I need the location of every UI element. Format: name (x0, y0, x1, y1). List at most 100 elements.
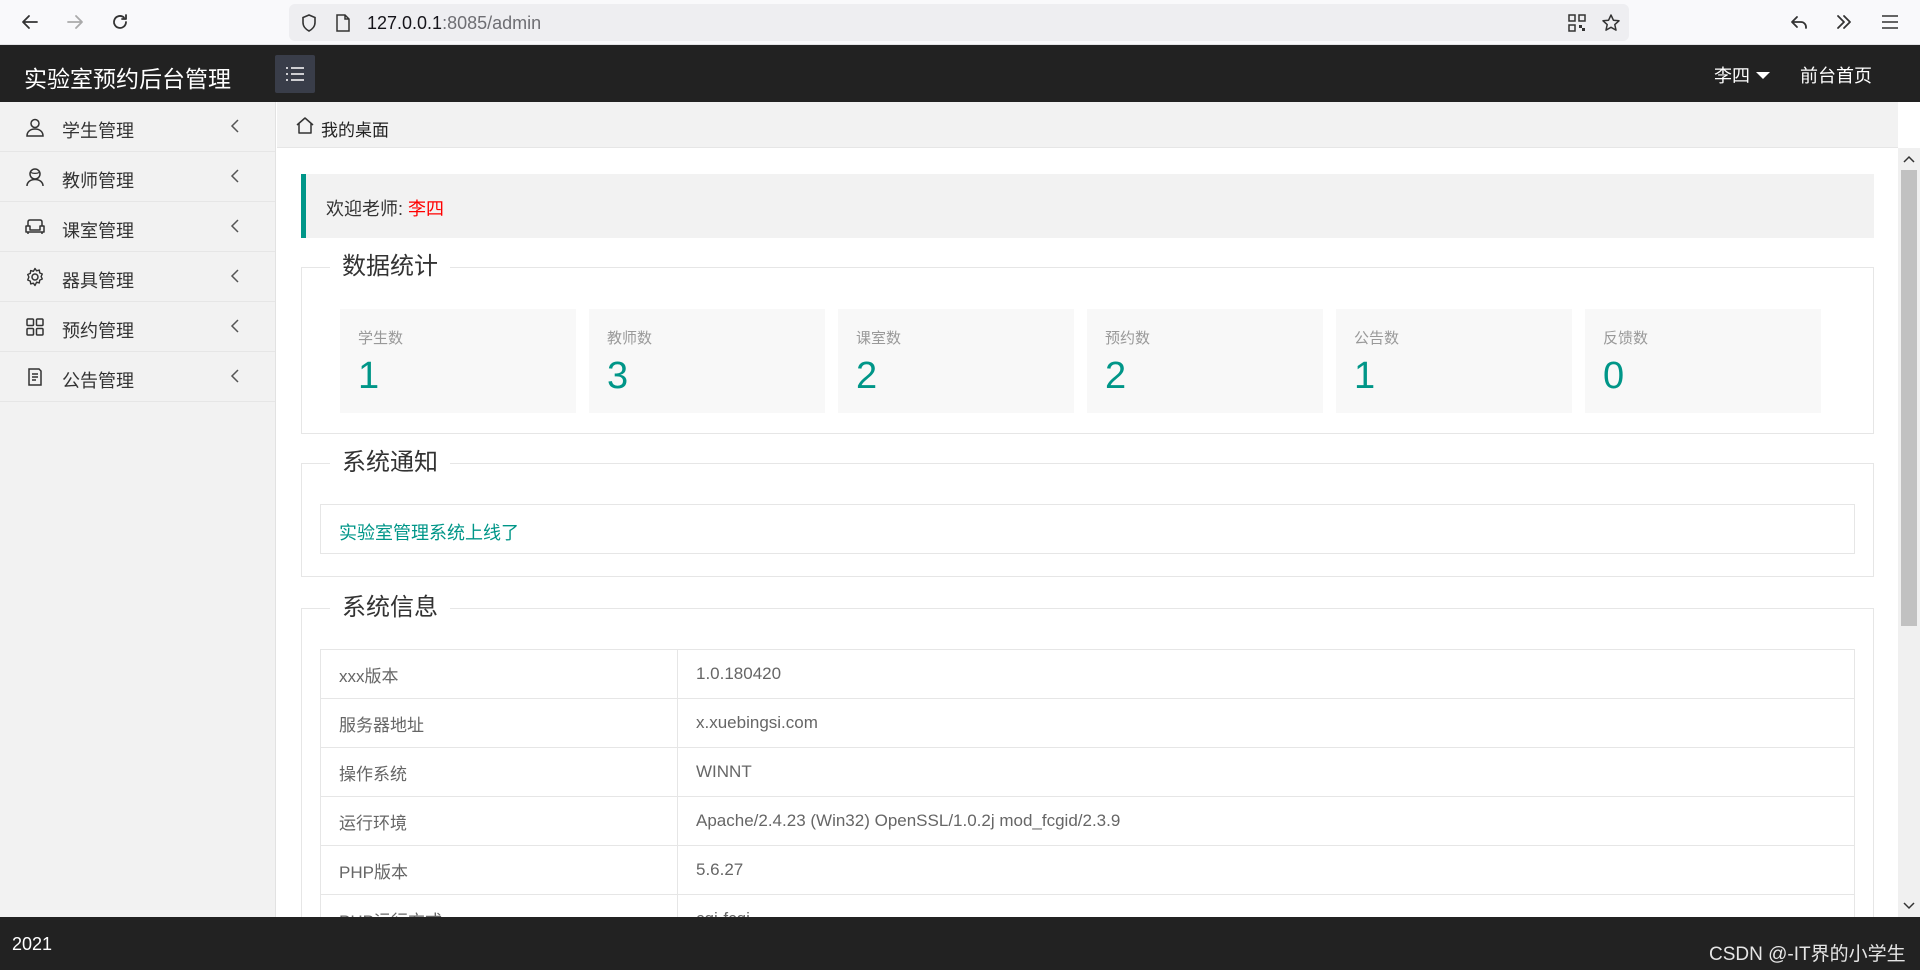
info-key: PHP版本 (320, 845, 678, 895)
sidebar-item-reservations[interactable]: 预约管理 (0, 302, 275, 352)
grid-icon (24, 316, 46, 338)
notice-legend: 系统通知 (330, 449, 450, 477)
list-icon (286, 67, 304, 81)
stat-label: 课室数 (856, 330, 902, 347)
sofa-icon (24, 216, 46, 238)
chevron-left-icon (228, 318, 242, 334)
stat-label: 教师数 (607, 330, 653, 347)
stat-value: 1 (1354, 355, 1376, 397)
info-value: 5.6.27 (677, 845, 1855, 895)
breadcrumb: 我的桌面 (277, 102, 1898, 148)
chevron-left-icon (228, 118, 242, 134)
url-text: 127.0.0.1:8085/admin (367, 13, 542, 33)
user-name: 李四 (1714, 66, 1750, 86)
sidebar-item-label: 器具管理 (62, 271, 134, 291)
info-key: 服务器地址 (320, 698, 678, 748)
footer: 2021 CSDN @-IT界的小学生 (0, 917, 1920, 970)
bookmark-star-icon[interactable] (1601, 13, 1621, 33)
info-key: PHP运行方式 (320, 894, 678, 917)
stat-value: 1 (358, 355, 380, 397)
user-menu[interactable]: 李四 (1714, 62, 1770, 88)
app-header: 实验室预约后台管理 李四 前台首页 (0, 45, 1920, 102)
user-icon (24, 116, 46, 138)
gear-icon (24, 266, 46, 288)
info-value: x.xuebingsi.com (677, 698, 1855, 748)
stat-value: 2 (856, 355, 878, 397)
chevron-left-icon (228, 168, 242, 184)
sysinfo-fieldset: 系统信息 xxx版本 1.0.180420 服务器地址 x.xuebingsi.… (301, 594, 1874, 917)
forward-arrow-icon[interactable] (61, 8, 89, 36)
overflow-chevrons-icon[interactable] (1830, 8, 1858, 36)
info-value: Apache/2.4.23 (Win32) OpenSSL/1.0.2j mod… (677, 796, 1855, 846)
sidebar-item-label: 预约管理 (62, 321, 134, 341)
stat-label: 预约数 (1105, 330, 1151, 347)
home-icon (295, 115, 315, 135)
table-row: 操作系统 WINNT (320, 747, 1855, 797)
stat-label: 反馈数 (1603, 330, 1649, 347)
footer-year: 2021 (12, 934, 53, 954)
sidebar: 学生管理 教师管理 课室管理 器具管理 预约管理 公告管理 (0, 102, 276, 917)
page-icon[interactable] (333, 13, 353, 33)
stat-label: 学生数 (358, 330, 404, 347)
stat-value: 2 (1105, 355, 1127, 397)
watermark: CSDN @-IT界的小学生 (1709, 944, 1906, 965)
qr-code-icon[interactable] (1567, 13, 1587, 33)
scroll-down-arrow-icon[interactable] (1903, 900, 1915, 912)
sidebar-item-classrooms[interactable]: 课室管理 (0, 202, 275, 252)
sidebar-item-label: 公告管理 (62, 371, 134, 391)
teacher-icon (24, 166, 46, 188)
sysinfo-legend: 系统信息 (330, 594, 450, 622)
table-row: PHP运行方式 cgi-fcgi (320, 894, 1855, 917)
info-value: cgi-fcgi (677, 894, 1855, 917)
stat-card-students[interactable]: 学生数 1 (340, 309, 576, 413)
stat-card-feedback[interactable]: 反馈数 0 (1585, 309, 1821, 413)
info-key: 运行环境 (320, 796, 678, 846)
chevron-left-icon (228, 268, 242, 284)
main-scrollbar[interactable] (1898, 148, 1920, 917)
sysinfo-table: xxx版本 1.0.180420 服务器地址 x.xuebingsi.com 操… (320, 649, 1855, 917)
sidebar-item-label: 教师管理 (62, 171, 134, 191)
note-icon (24, 366, 46, 388)
stat-card-classrooms[interactable]: 课室数 2 (838, 309, 1074, 413)
undo-icon[interactable] (1785, 8, 1813, 36)
sidebar-item-label: 学生管理 (62, 121, 134, 141)
info-value: WINNT (677, 747, 1855, 797)
notice-link[interactable]: 实验室管理系统上线了 (339, 519, 519, 545)
table-row: 服务器地址 x.xuebingsi.com (320, 698, 1855, 748)
address-bar[interactable]: 127.0.0.1:8085/admin (289, 4, 1629, 41)
sidebar-toggle-button[interactable] (275, 55, 315, 93)
stat-card-teachers[interactable]: 教师数 3 (589, 309, 825, 413)
info-key: 操作系统 (320, 747, 678, 797)
browser-toolbar: 127.0.0.1:8085/admin (0, 0, 1920, 45)
back-arrow-icon[interactable] (16, 8, 44, 36)
table-row: PHP版本 5.6.27 (320, 845, 1855, 895)
sidebar-item-equipment[interactable]: 器具管理 (0, 252, 275, 302)
caret-down-icon (1756, 71, 1770, 79)
info-value: 1.0.180420 (677, 649, 1855, 699)
hamburger-menu-icon[interactable] (1876, 8, 1904, 36)
info-key: xxx版本 (320, 649, 678, 699)
reload-icon[interactable] (106, 8, 134, 36)
stat-card-announcements[interactable]: 公告数 1 (1336, 309, 1572, 413)
shield-icon[interactable] (299, 13, 319, 33)
stat-label: 公告数 (1354, 330, 1400, 347)
stats-legend: 数据统计 (330, 253, 450, 281)
sidebar-item-students[interactable]: 学生管理 (0, 102, 275, 152)
notice-fieldset: 系统通知 实验室管理系统上线了 (301, 449, 1874, 577)
sidebar-item-announcements[interactable]: 公告管理 (0, 352, 275, 402)
app-title: 实验室预约后台管理 (24, 66, 231, 92)
tab-my-desktop[interactable]: 我的桌面 (321, 116, 389, 141)
table-row: 运行环境 Apache/2.4.23 (Win32) OpenSSL/1.0.2… (320, 796, 1855, 846)
table-row: xxx版本 1.0.180420 (320, 649, 1855, 699)
welcome-banner: 欢迎老师: 李四 (301, 174, 1874, 238)
scroll-up-arrow-icon[interactable] (1903, 153, 1915, 165)
welcome-user-name: 李四 (408, 199, 445, 219)
notice-box: 实验室管理系统上线了 (320, 504, 1855, 554)
front-home-link[interactable]: 前台首页 (1800, 62, 1872, 88)
sidebar-item-label: 课室管理 (62, 221, 134, 241)
stat-card-reservations[interactable]: 预约数 2 (1087, 309, 1323, 413)
sidebar-item-teachers[interactable]: 教师管理 (0, 152, 275, 202)
welcome-prefix: 欢迎老师: (326, 199, 409, 219)
scroll-thumb[interactable] (1901, 170, 1917, 626)
stat-value: 0 (1603, 355, 1625, 397)
